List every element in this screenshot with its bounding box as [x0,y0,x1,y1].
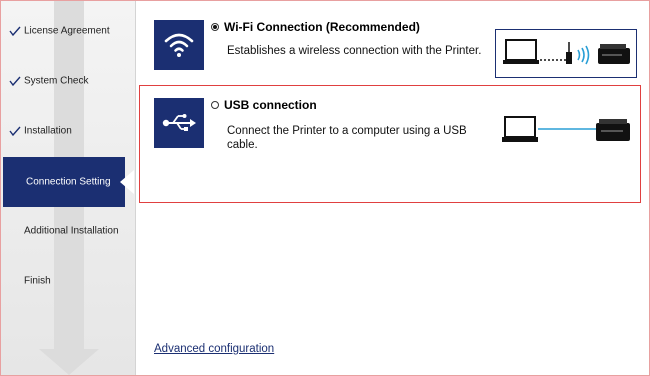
usb-icon [154,98,204,148]
step-label: Additional Installation [24,225,119,237]
step-connection-setting: Connection Setting [3,157,134,207]
advanced-configuration-link[interactable]: Advanced configuration [154,343,274,355]
laptop-router-printer-icon [503,39,630,65]
step-license-agreement: License Agreement [1,6,135,56]
step-installation: Installation [1,106,135,156]
usb-option-description: Connect the Printer to a computer using … [227,125,467,151]
check-icon [9,126,21,136]
step-label: Connection Setting [26,176,111,188]
step-system-check: System Check [1,56,135,106]
step-label: System Check [24,75,89,87]
wifi-radio-button[interactable] [211,23,219,31]
step-additional-installation: Additional Installation [1,206,135,256]
check-icon [9,76,21,86]
step-label: License Agreement [24,25,110,37]
laptop-usb-printer-icon [502,116,630,142]
check-icon [9,26,21,36]
step-label: Finish [24,275,51,287]
step-label: Installation [24,125,72,137]
usb-option-title[interactable]: USB connection [224,98,317,112]
usb-radio-button[interactable] [211,101,219,109]
wifi-option-description: Establishes a wireless connection with t… [227,45,482,57]
installation-steps-sidebar: License Agreement System Check Installat… [1,1,136,375]
wifi-icon [154,20,204,70]
wifi-option-title[interactable]: Wi-Fi Connection (Recommended) [224,20,420,34]
step-finish: Finish [1,256,135,306]
wifi-connection-illustration [495,29,637,78]
current-step-pointer [120,170,134,194]
